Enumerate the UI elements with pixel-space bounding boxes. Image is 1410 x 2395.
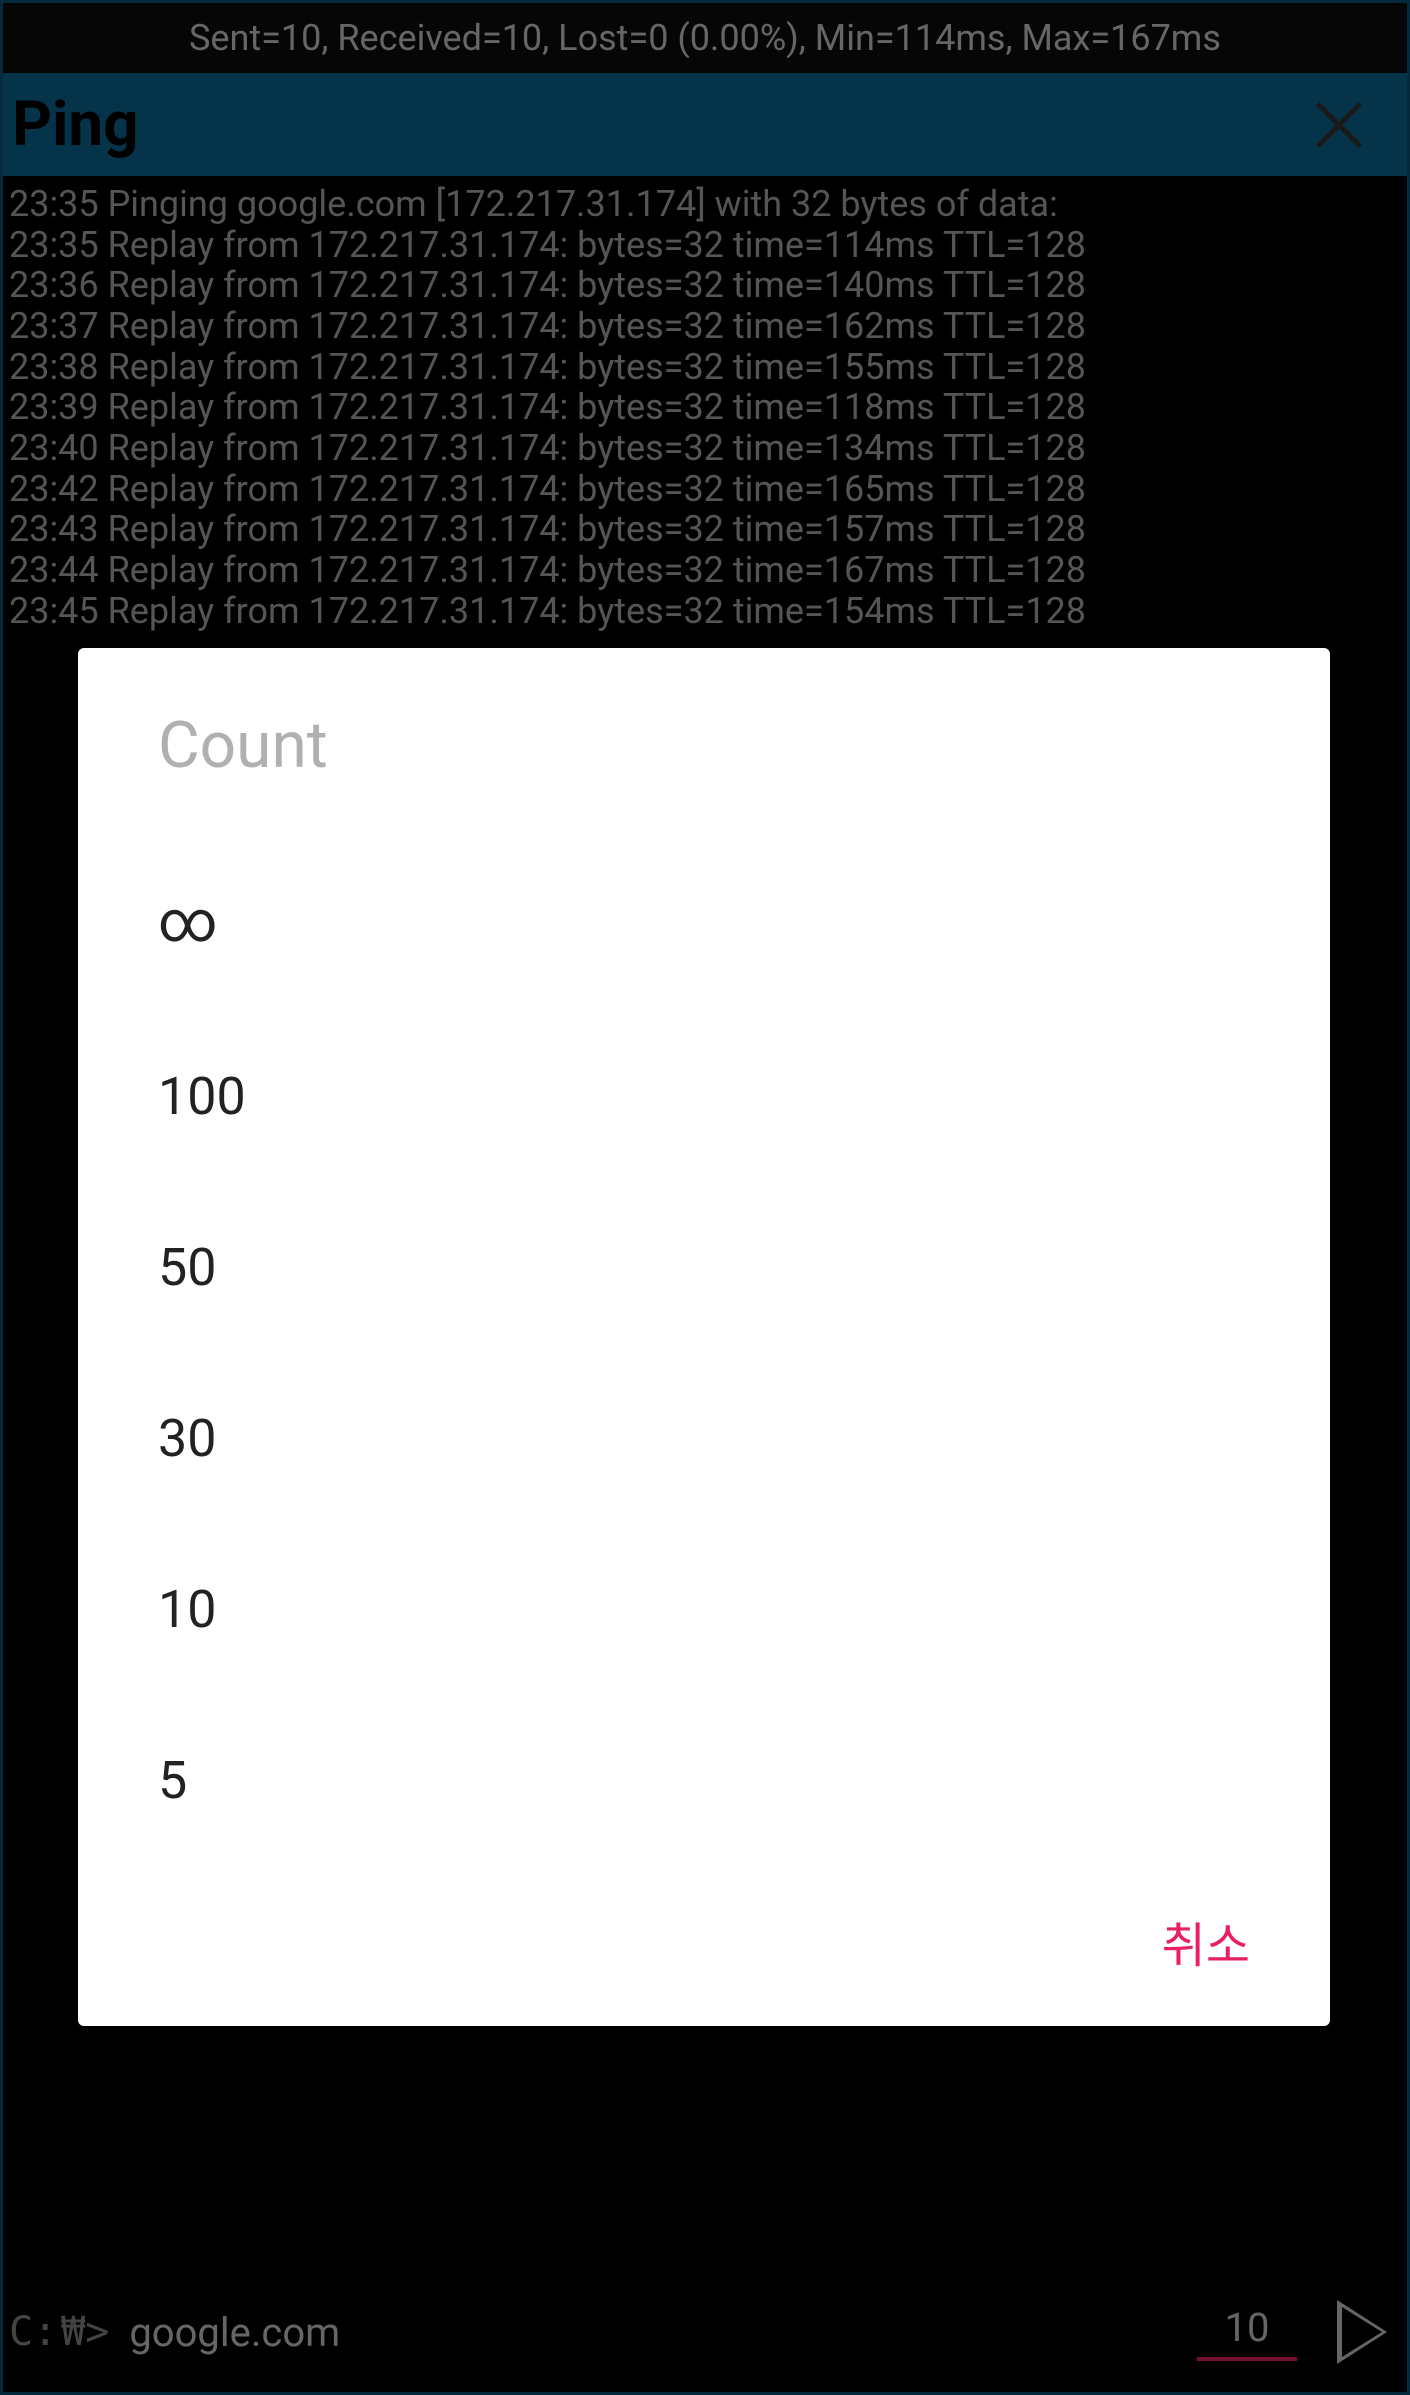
dialog-title: Count bbox=[78, 708, 1330, 833]
count-option-10[interactable]: 10 bbox=[78, 1524, 1330, 1695]
count-option-infinity[interactable]: ∞ bbox=[78, 833, 1330, 1011]
count-option-5[interactable]: 5 bbox=[78, 1695, 1330, 1866]
count-option-100[interactable]: 100 bbox=[78, 1011, 1330, 1182]
cancel-button[interactable]: 취소 bbox=[1162, 1906, 1250, 1976]
count-option-30[interactable]: 30 bbox=[78, 1353, 1330, 1524]
dialog-actions: 취소 bbox=[78, 1866, 1330, 1996]
count-dialog: Count ∞ 100 50 30 10 5 취소 bbox=[78, 648, 1330, 2026]
count-option-50[interactable]: 50 bbox=[78, 1182, 1330, 1353]
